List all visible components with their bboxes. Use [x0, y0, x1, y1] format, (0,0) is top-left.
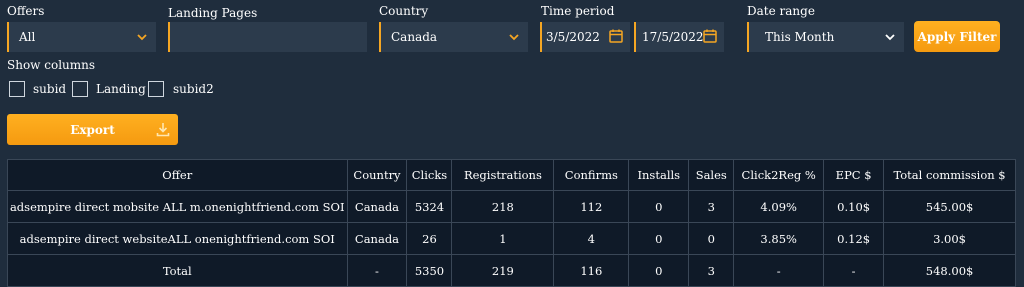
cell-registrations: 219: [451, 254, 555, 287]
cell-click2reg: -: [733, 254, 825, 287]
cell-total-commission: 545.00$: [883, 190, 1016, 223]
calendar-icon[interactable]: [702, 28, 718, 44]
subid2-checkbox[interactable]: [148, 81, 164, 97]
export-button[interactable]: Export: [7, 114, 178, 145]
country-label: Country: [379, 4, 429, 18]
date-from-input[interactable]: 3/5/2022: [540, 22, 630, 52]
download-icon: [156, 123, 170, 137]
cell-total-commission: 3.00$: [883, 222, 1016, 255]
table-row: adsempire direct mobsite ALL m.onenightf…: [7, 190, 1016, 223]
chevron-down-icon: [885, 34, 895, 41]
cell-total-commission: 548.00$: [883, 254, 1016, 287]
cell-click2reg: 3.85%: [733, 222, 825, 255]
col-click2reg[interactable]: Click2Reg %: [733, 159, 825, 191]
landing-checkbox-label: Landing: [96, 82, 146, 96]
cell-clicks: 5350: [406, 254, 453, 287]
date-range-select[interactable]: This Month: [747, 22, 904, 52]
cell-country: -: [346, 254, 408, 287]
cell-offer: adsempire direct mobsite ALL m.onenightf…: [7, 190, 348, 223]
cell-country: Canada: [346, 222, 408, 255]
col-country[interactable]: Country: [346, 159, 408, 191]
date-from-value: 3/5/2022: [546, 30, 600, 44]
table-total-row: Total - 5350 219 116 0 3 - - 548.00$: [7, 254, 1016, 287]
chevron-down-icon: [137, 34, 147, 41]
calendar-icon[interactable]: [608, 28, 624, 44]
cell-confirms: 112: [553, 190, 630, 223]
col-registrations[interactable]: Registrations: [451, 159, 555, 191]
stats-table: Offer Country Clicks Registrations Confi…: [7, 159, 1016, 287]
date-range-value: This Month: [765, 30, 835, 44]
col-clicks[interactable]: Clicks: [406, 159, 453, 191]
cell-epc: -: [823, 254, 885, 287]
subid-checkbox[interactable]: [9, 81, 25, 97]
cell-installs: 0: [628, 254, 690, 287]
cell-offer: Total: [7, 254, 348, 287]
cell-clicks: 5324: [406, 190, 453, 223]
time-period-label: Time period: [541, 4, 615, 18]
table-header-row: Offer Country Clicks Registrations Confi…: [7, 159, 1016, 191]
col-offer[interactable]: Offer: [7, 159, 348, 191]
offers-value: All: [19, 30, 36, 44]
export-label: Export: [70, 122, 115, 137]
chevron-down-icon: [509, 34, 519, 41]
landing-checkbox[interactable]: [72, 81, 88, 97]
subid2-checkbox-label: subid2: [173, 82, 214, 96]
cell-offer: adsempire direct websiteALL onenightfrie…: [7, 222, 348, 255]
offers-label: Offers: [7, 4, 45, 18]
country-select[interactable]: Canada: [379, 22, 528, 52]
cell-registrations: 1: [451, 222, 555, 255]
col-epc[interactable]: EPC $: [823, 159, 885, 191]
cell-clicks: 26: [406, 222, 453, 255]
apply-filter-button[interactable]: Apply Filter: [914, 21, 1000, 52]
landing-pages-label: Landing Pages: [168, 6, 258, 20]
cell-confirms: 4: [553, 222, 630, 255]
cell-confirms: 116: [553, 254, 630, 287]
col-sales[interactable]: Sales: [688, 159, 735, 191]
landing-pages-input[interactable]: [168, 22, 367, 52]
offers-select[interactable]: All: [7, 22, 156, 52]
col-installs[interactable]: Installs: [628, 159, 690, 191]
col-confirms[interactable]: Confirms: [553, 159, 630, 191]
cell-country: Canada: [346, 190, 408, 223]
subid-checkbox-label: subid: [33, 82, 67, 96]
show-columns-label: Show columns: [7, 58, 96, 72]
cell-sales: 3: [688, 254, 735, 287]
cell-epc: 0.10$: [823, 190, 885, 223]
cell-epc: 0.12$: [823, 222, 885, 255]
cell-sales: 3: [688, 190, 735, 223]
country-value: Canada: [391, 30, 438, 44]
col-total-commission[interactable]: Total commission $: [883, 159, 1016, 191]
cell-installs: 0: [628, 222, 690, 255]
date-range-label: Date range: [747, 4, 815, 18]
cell-click2reg: 4.09%: [733, 190, 825, 223]
cell-sales: 0: [688, 222, 735, 255]
cell-registrations: 218: [451, 190, 555, 223]
date-to-input[interactable]: 17/5/2022: [634, 22, 724, 52]
cell-installs: 0: [628, 190, 690, 223]
date-to-value: 17/5/2022: [642, 30, 704, 44]
table-row: adsempire direct websiteALL onenightfrie…: [7, 222, 1016, 255]
